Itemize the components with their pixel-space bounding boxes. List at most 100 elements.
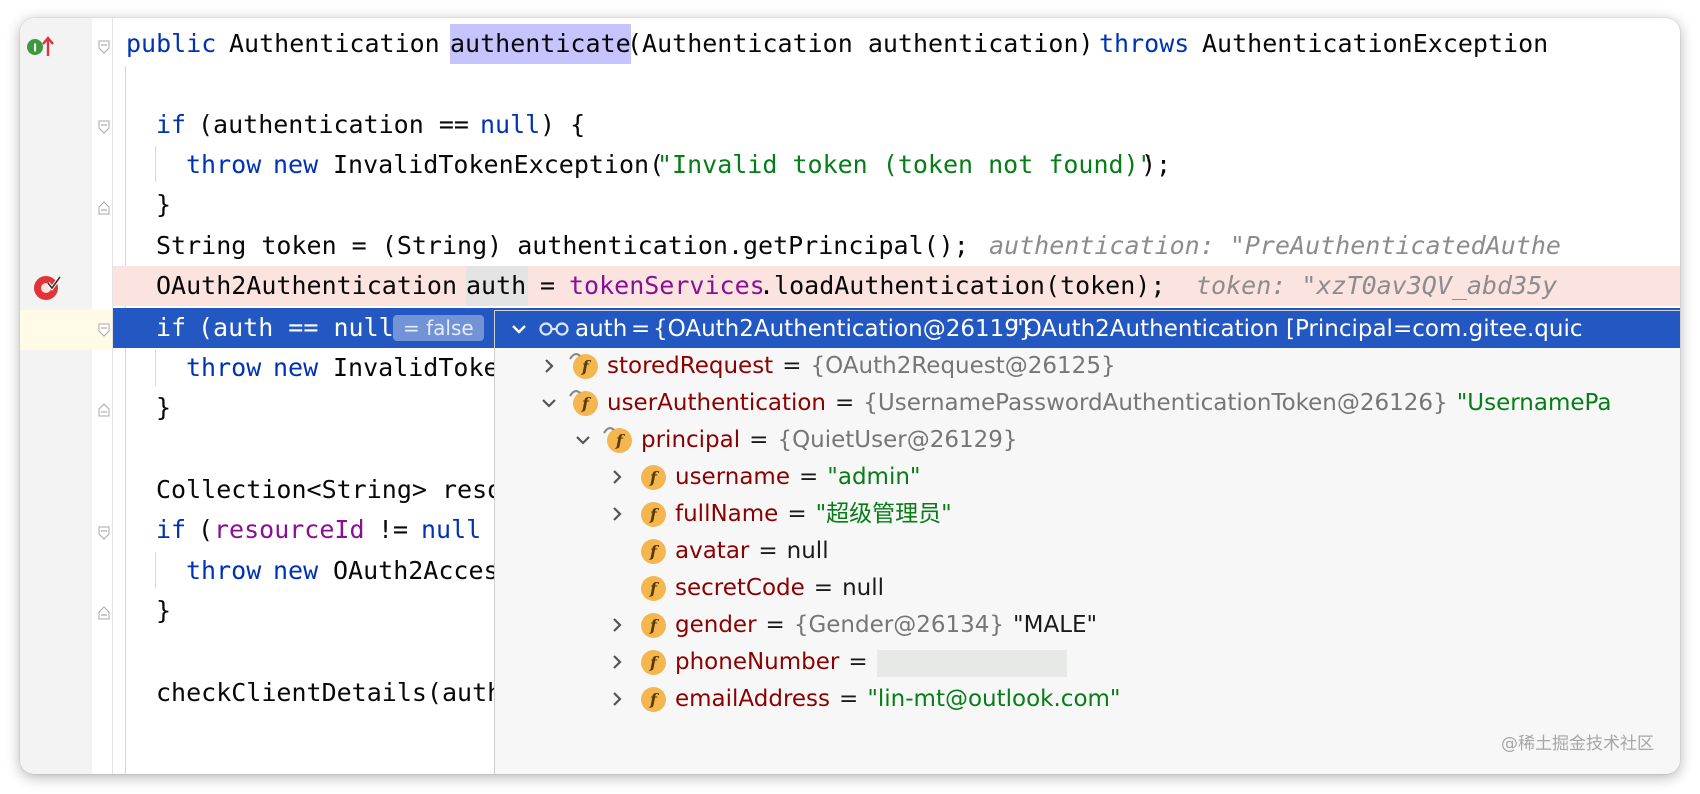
field-ref: {UsernamePasswordAuthenticationToken@261… bbox=[863, 390, 1448, 416]
equals-sign: = bbox=[782, 353, 802, 379]
redacted-value bbox=[876, 650, 1067, 677]
field-icon: f bbox=[641, 687, 666, 712]
tree-row-root[interactable]: auth = {OAuth2Authentication@26119} "OAu… bbox=[495, 311, 1680, 348]
field-icon: f bbox=[641, 613, 666, 638]
line-gutter[interactable] bbox=[20, 18, 92, 774]
tree-row[interactable]: f storedRequest = {OAuth2Request@26125} bbox=[495, 348, 1680, 385]
code-line-breakpoint[interactable]: OAuth2Authentication auth = tokenService… bbox=[113, 266, 1680, 306]
exception-type: AuthenticationException bbox=[1202, 29, 1549, 58]
field-name: storedRequest bbox=[607, 353, 774, 379]
brace-close: } bbox=[156, 393, 172, 422]
chevron-right-icon[interactable] bbox=[609, 506, 625, 522]
code-line-close[interactable]: } bbox=[113, 185, 1680, 225]
fold-end-icon[interactable] bbox=[98, 606, 110, 620]
chevron-right-icon[interactable] bbox=[541, 358, 557, 374]
tree-row[interactable]: f phoneNumber = bbox=[495, 644, 1680, 681]
method-call: .loadAuthentication(token); bbox=[759, 271, 1166, 300]
fold-marker-icon[interactable] bbox=[98, 40, 110, 54]
brace-close: } bbox=[156, 596, 172, 625]
return-type: Authentication bbox=[229, 29, 440, 58]
equals-sign: = bbox=[631, 316, 651, 342]
chevron-down-icon[interactable] bbox=[575, 432, 591, 448]
field-name: principal bbox=[641, 427, 741, 453]
fold-end-icon[interactable] bbox=[98, 201, 110, 215]
keyword-if: if bbox=[156, 515, 187, 544]
field-ref: {OAuth2Request@26125} bbox=[810, 353, 1116, 379]
tree-row[interactable]: f username = "admin" bbox=[495, 459, 1680, 496]
exception-class: InvalidToke bbox=[333, 353, 499, 382]
chevron-right-icon[interactable] bbox=[609, 654, 625, 670]
exception-class: OAuth2Acces bbox=[333, 556, 499, 585]
code-line-throw[interactable]: throw new InvalidTokenException( "Invali… bbox=[113, 145, 1680, 185]
field-icon: f bbox=[641, 502, 666, 527]
tree-row[interactable]: f secretCode = null bbox=[495, 570, 1680, 607]
condition: (auth == null bbox=[198, 313, 394, 342]
variable-auth[interactable]: auth bbox=[466, 266, 529, 306]
tree-row[interactable]: f emailAddress = "lin-mt@outlook.com" bbox=[495, 681, 1680, 718]
root-ref: {OAuth2Authentication@26119} bbox=[653, 316, 1034, 342]
code-line-signature[interactable]: public Authentication authenticate (Auth… bbox=[113, 24, 1680, 64]
field-icon: f bbox=[641, 539, 666, 564]
field-string-value: "admin" bbox=[827, 464, 921, 490]
field-name: emailAddress bbox=[675, 686, 831, 712]
inline-value-hint[interactable]: token: "xzT0av3QV_abd35y bbox=[1196, 266, 1557, 306]
equals-sign: = bbox=[787, 501, 807, 527]
field-resource-id: resourceId bbox=[214, 515, 365, 544]
field-icon: f bbox=[641, 650, 666, 675]
equals-sign: = bbox=[848, 649, 868, 675]
equals-sign: = bbox=[799, 464, 819, 490]
breakpoint-icon[interactable] bbox=[32, 272, 62, 302]
code-line-if-null[interactable]: if (authentication == null ) { bbox=[113, 105, 1680, 145]
fold-marker-icon[interactable] bbox=[98, 323, 110, 337]
field-name: secretCode bbox=[675, 575, 805, 601]
keyword-if: if bbox=[156, 313, 187, 342]
chevron-down-icon[interactable] bbox=[541, 395, 557, 411]
collection-statement: Collection<String> reso bbox=[156, 475, 503, 504]
keyword-null: null bbox=[421, 515, 482, 544]
field-name: gender bbox=[675, 612, 757, 638]
field-ref: {Gender@26134} bbox=[793, 612, 1005, 638]
tree-row[interactable]: f gender = {Gender@26134} "MALE" bbox=[495, 607, 1680, 644]
field-name: phoneNumber bbox=[675, 649, 840, 675]
fold-marker-icon[interactable] bbox=[98, 120, 110, 134]
exception-class: InvalidTokenException( bbox=[333, 150, 665, 179]
tree-row[interactable]: f avatar = null bbox=[495, 533, 1680, 570]
field-value: "MALE" bbox=[1013, 612, 1098, 638]
code-line-token[interactable]: String token = (String) authentication.g… bbox=[113, 226, 1680, 266]
field-value: null bbox=[786, 538, 829, 564]
tree-row[interactable]: f fullName = "超级管理员" bbox=[495, 496, 1680, 533]
equals-sign: = bbox=[813, 575, 834, 601]
method-params: (Authentication authentication) bbox=[627, 29, 1094, 58]
watch-glasses-icon bbox=[539, 322, 569, 336]
method-name[interactable]: authenticate bbox=[450, 24, 631, 64]
field-string-value: "lin-mt@outlook.com" bbox=[867, 686, 1121, 712]
chevron-down-icon[interactable] bbox=[511, 321, 527, 337]
equals-sign: = bbox=[839, 686, 859, 712]
equals-sign: = bbox=[835, 390, 855, 416]
fold-end-icon[interactable] bbox=[98, 403, 110, 417]
chevron-right-icon[interactable] bbox=[609, 469, 625, 485]
fold-marker-icon[interactable] bbox=[98, 526, 110, 540]
implements-method-icon[interactable]: I bbox=[26, 34, 54, 60]
type-name: OAuth2Authentication bbox=[156, 271, 458, 300]
field-icon: f bbox=[641, 576, 666, 601]
final-field-icon bbox=[569, 352, 581, 360]
tree-row[interactable]: f userAuthentication = {UsernamePasswordAut… bbox=[495, 385, 1680, 422]
equals-sign: = bbox=[758, 538, 778, 564]
root-name: auth bbox=[575, 316, 628, 342]
field-name: fullName bbox=[675, 501, 779, 527]
keyword-public: public bbox=[126, 29, 217, 58]
inline-value-hint[interactable]: authentication: "PreAuthenticatedAuthe bbox=[989, 226, 1561, 266]
tree-row[interactable]: f principal = {QuietUser@26129} bbox=[495, 422, 1680, 459]
field-name: avatar bbox=[675, 538, 750, 564]
field-value: null bbox=[842, 575, 884, 601]
watermark: @稀土掘金技术社区 bbox=[1501, 734, 1654, 754]
keyword-new: new bbox=[273, 353, 319, 382]
debug-value-popup[interactable]: auth = {OAuth2Authentication@26119} "OAu… bbox=[494, 310, 1680, 774]
keyword-if: if bbox=[156, 110, 187, 139]
svg-text:I: I bbox=[33, 42, 37, 55]
field-string-value: "超级管理员" bbox=[815, 501, 952, 527]
chevron-right-icon[interactable] bbox=[609, 617, 625, 633]
keyword-throws: throws bbox=[1099, 29, 1190, 58]
chevron-right-icon[interactable] bbox=[609, 691, 625, 707]
